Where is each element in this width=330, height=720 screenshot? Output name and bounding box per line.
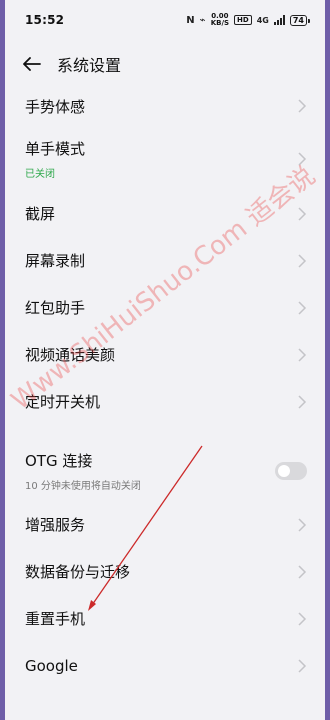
settings-item-reset-phone[interactable]: 重置手机: [5, 595, 325, 642]
page-title: 系统设置: [57, 56, 122, 75]
settings-item-status: 已关闭: [25, 169, 55, 180]
status-bar: 15:52 N ⌁ 0.00 KB/S HD 4G 74: [5, 0, 325, 40]
battery-icon: 74: [289, 14, 311, 26]
chevron-right-icon: [298, 300, 307, 315]
chevron-right-icon: [298, 347, 307, 362]
settings-item-google[interactable]: Google: [5, 642, 325, 689]
chevron-right-icon: [298, 517, 307, 532]
otg-toggle[interactable]: [275, 462, 307, 480]
settings-item-label: 增强服务: [25, 516, 86, 534]
network-type: 4G: [256, 15, 269, 25]
toggle-knob: [278, 465, 290, 477]
settings-item-label: 屏幕录制: [25, 252, 86, 270]
settings-item-one-hand-mode[interactable]: 单手模式 已关闭: [5, 128, 325, 190]
settings-item-label: 截屏: [25, 205, 56, 223]
chevron-right-icon: [298, 99, 307, 113]
settings-item-label: 单手模式: [25, 140, 86, 158]
settings-screen: 15:52 N ⌁ 0.00 KB/S HD 4G 74 系统设置 手势体感 单…: [5, 0, 325, 720]
chevron-right-icon: [298, 253, 307, 268]
settings-item-gesture[interactable]: 手势体感: [5, 84, 325, 128]
settings-item-backup-migration[interactable]: 数据备份与迁移: [5, 548, 325, 595]
settings-item-description: 10 分钟未使用将自动关闭: [25, 481, 141, 492]
settings-item-screenshot[interactable]: 截屏: [5, 190, 325, 237]
settings-item-red-packet-assistant[interactable]: 红包助手: [5, 284, 325, 331]
network-speed: 0.00 KB/S: [211, 13, 229, 27]
battery-level: 74: [292, 15, 304, 25]
signal-icon: [273, 15, 285, 25]
chevron-right-icon: [298, 206, 307, 221]
status-icons: N ⌁ 0.00 KB/S HD 4G 74: [186, 13, 311, 27]
hd-badge: HD: [234, 15, 252, 25]
app-header: 系统设置: [5, 44, 325, 84]
chevron-right-icon: [298, 152, 307, 166]
vibrate-icon: ⌁: [199, 14, 206, 26]
status-time: 15:52: [25, 13, 65, 27]
chevron-right-icon: [298, 564, 307, 579]
settings-item-otg[interactable]: OTG 连接 10 分钟未使用将自动关闭: [5, 441, 325, 501]
chevron-right-icon: [298, 611, 307, 626]
settings-item-label: 手势体感: [25, 97, 86, 116]
settings-item-label: OTG 连接: [25, 452, 93, 470]
settings-item-label: 红包助手: [25, 299, 86, 317]
settings-item-video-call-beauty[interactable]: 视频通话美颜: [5, 331, 325, 378]
settings-item-label: 视频通话美颜: [25, 346, 116, 364]
settings-item-label: 定时开关机: [25, 393, 101, 411]
settings-item-label: Google: [25, 656, 78, 675]
arrow-left-icon[interactable]: [21, 53, 43, 75]
nfc-icon: N: [186, 14, 195, 26]
chevron-right-icon: [298, 658, 307, 673]
settings-item-label: 重置手机: [25, 610, 86, 628]
settings-item-screen-recording[interactable]: 屏幕录制: [5, 237, 325, 284]
settings-item-enhanced-services[interactable]: 增强服务: [5, 501, 325, 548]
settings-item-scheduled-power[interactable]: 定时开关机: [5, 378, 325, 425]
network-speed-unit: KB/S: [210, 19, 230, 27]
settings-item-label: 数据备份与迁移: [25, 563, 131, 581]
chevron-right-icon: [298, 394, 307, 409]
settings-list: 手势体感 单手模式 已关闭 截屏 屏幕录制 红包助手 视频通话美颜 定时开关机 …: [5, 84, 325, 689]
